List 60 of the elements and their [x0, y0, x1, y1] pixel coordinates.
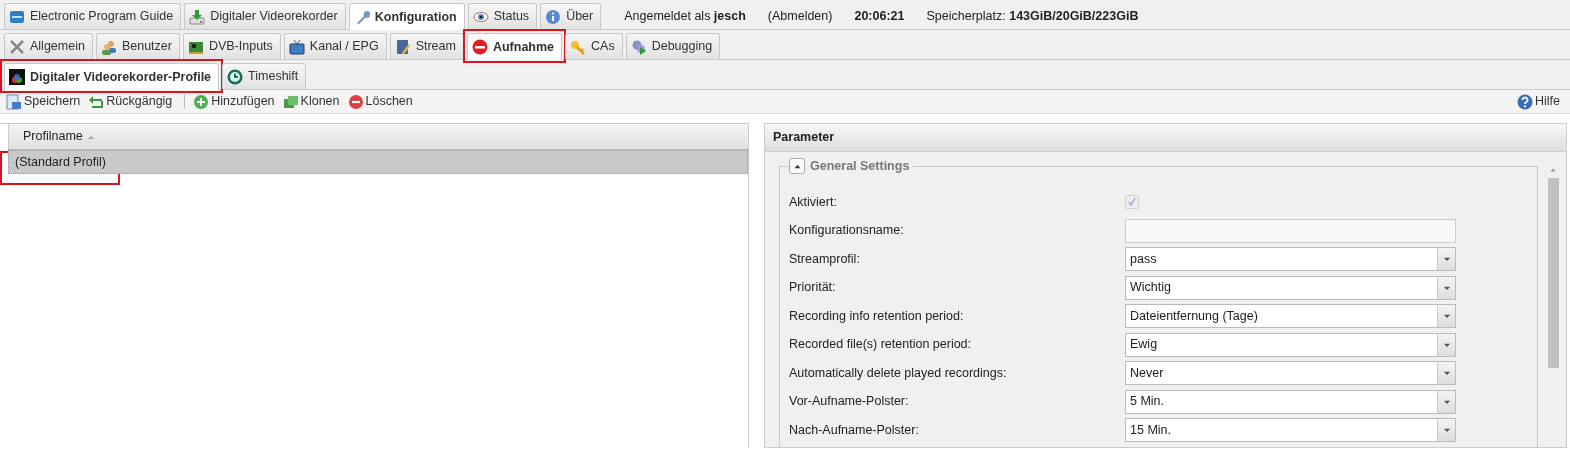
panel-title: Parameter: [773, 129, 835, 147]
toolbar-button[interactable]: Rückgängig: [88, 92, 177, 111]
clock-time: 20:06:21: [854, 7, 905, 25]
tab[interactable]: Benutzer: [95, 33, 180, 59]
tab[interactable]: Kanal / EPG: [283, 33, 387, 59]
toolbar-button[interactable]: Klonen: [282, 92, 344, 111]
help-icon: [1517, 93, 1533, 110]
tab[interactable]: CAs: [565, 33, 623, 59]
gears-icon: [630, 38, 647, 55]
dropdown[interactable]: 15 Min.: [1125, 418, 1456, 443]
section-title: General Settings: [810, 158, 910, 175]
scroll-up-icon: [1549, 166, 1557, 174]
tab[interactable]: Digitaler Videorekorder-Profile: [4, 63, 220, 90]
tab[interactable]: Electronic Program Guide: [4, 3, 182, 29]
tab[interactable]: Stream: [389, 33, 464, 59]
field-label: Aktiviert:: [789, 193, 838, 211]
field-label: Priorität:: [789, 279, 837, 297]
tab[interactable]: DVB-Inputs: [182, 33, 281, 59]
minus-icon: [347, 93, 364, 110]
download-tray-icon: [189, 8, 206, 25]
dropdown[interactable]: Dateientfernung (Tage): [1125, 304, 1456, 329]
tab[interactable]: Allgemein: [4, 33, 93, 59]
tab[interactable]: Konfiguration: [348, 3, 465, 30]
dropdown[interactable]: 5 Min.: [1125, 389, 1456, 414]
dropdown[interactable]: Ewig: [1125, 332, 1456, 357]
collapse-toggle[interactable]: [789, 158, 805, 175]
users-icon: [100, 38, 117, 55]
toolbar-button[interactable]: Hinzufügen: [193, 92, 279, 111]
storage-info: Speicherplatz: 143GiB/20GiB/223GiB: [926, 7, 1139, 25]
toolbar-button[interactable]: Löschen: [347, 92, 417, 111]
tab[interactable]: Über: [540, 3, 602, 29]
field-label: Streamprofil:: [789, 250, 861, 268]
dropdown[interactable]: Wichtig: [1125, 275, 1456, 300]
dvr-icon: [9, 69, 25, 85]
help-button[interactable]: Hilfe: [1517, 92, 1564, 111]
field-label: Konfigurationsname:: [789, 222, 905, 240]
field-label: Nach-Aufname-Polster:: [789, 421, 920, 439]
tab[interactable]: Timeshift: [222, 63, 307, 89]
key-icon: [570, 38, 587, 55]
field-label: Recorded file(s) retention period:: [789, 336, 973, 354]
tv-icon: [288, 38, 305, 55]
plus-icon: [193, 93, 210, 110]
column-header[interactable]: Profilname: [8, 124, 748, 150]
user-status: Angemeldet als jesch: [624, 7, 746, 25]
layers-icon: [282, 93, 299, 110]
dropdown[interactable]: pass: [1125, 247, 1456, 272]
tab[interactable]: Aufnahme: [466, 33, 563, 60]
tab[interactable]: Debugging: [625, 33, 721, 59]
logout-link[interactable]: (Abmelden): [767, 6, 833, 26]
field-label: Vor-Aufname-Polster:: [789, 393, 910, 411]
info-icon: [545, 8, 562, 25]
tab[interactable]: Status: [467, 3, 538, 29]
dropdown[interactable]: Never: [1125, 361, 1456, 386]
field-label: Recording info retention period:: [789, 307, 965, 325]
save-icon: [6, 93, 22, 110]
toolbar-button[interactable]: Speichern: [6, 92, 85, 111]
table-row[interactable]: (Standard Profil): [8, 150, 748, 174]
field-label: Automatically delete played recordings:: [789, 364, 1008, 382]
tab[interactable]: Digitaler Videorekorder: [184, 3, 346, 29]
clock-icon: [227, 68, 244, 85]
